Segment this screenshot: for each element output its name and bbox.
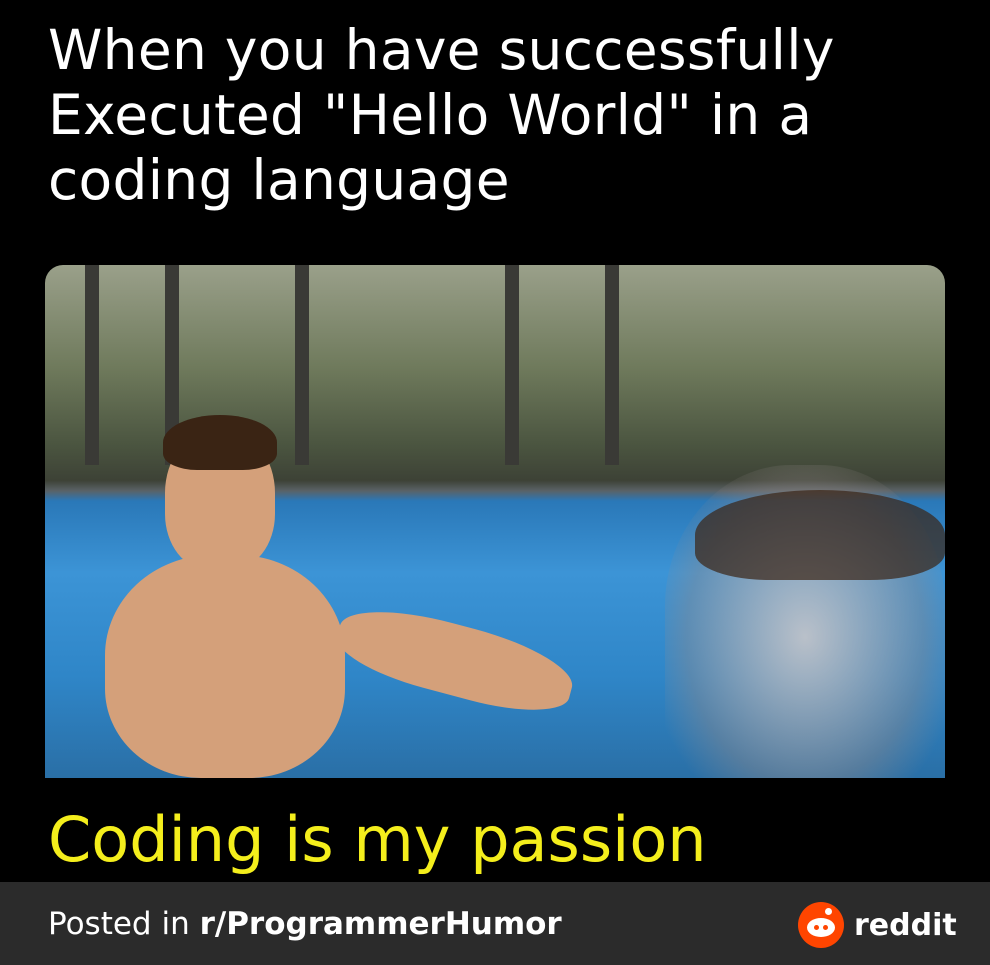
pillar xyxy=(85,265,99,465)
boy-hair xyxy=(163,415,277,470)
boy-arm xyxy=(330,595,580,725)
subreddit-link[interactable]: r/ProgrammerHumor xyxy=(200,906,562,942)
footer-bar: Posted in r/ProgrammerHumor reddit xyxy=(0,882,990,965)
reddit-logo: reddit xyxy=(798,902,957,948)
posted-prefix: Posted in xyxy=(48,906,200,942)
meme-photo xyxy=(45,265,945,778)
pillar xyxy=(605,265,619,465)
reddit-snoo-icon xyxy=(798,902,844,948)
overlay-hair xyxy=(695,490,945,580)
pillar xyxy=(505,265,519,465)
reddit-wordmark: reddit xyxy=(854,907,957,943)
meme-bottom-text: Coding is my passion xyxy=(48,803,707,876)
meme-top-text: When you have successfully Executed "Hel… xyxy=(48,18,835,212)
pillar xyxy=(295,265,309,465)
posted-in-label: Posted in r/ProgrammerHumor xyxy=(48,904,562,944)
boy-body xyxy=(105,555,345,778)
